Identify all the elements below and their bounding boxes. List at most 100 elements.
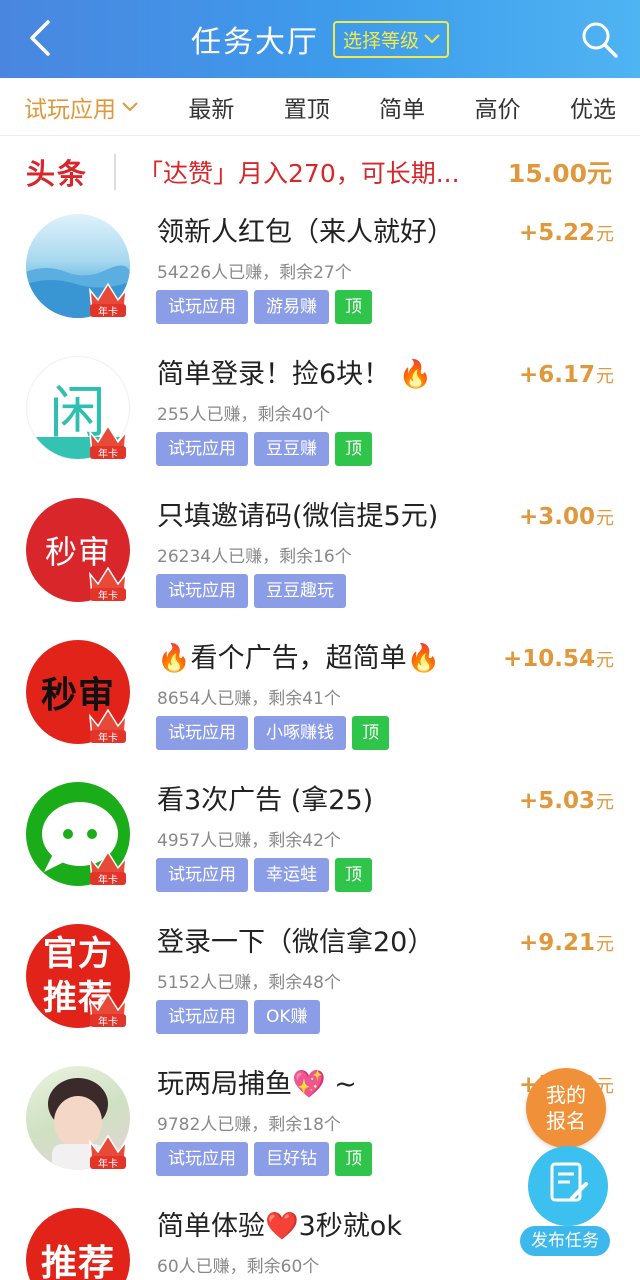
price-value: +3.00 — [518, 504, 595, 530]
task-tags: 试玩应用 游易赚 顶 — [156, 290, 372, 324]
platform-tag: 小啄赚钱 — [254, 716, 346, 750]
price-unit: 元 — [596, 224, 614, 245]
category-tag: 试玩应用 — [156, 1142, 248, 1176]
platform-tag: 豆豆赚 — [254, 432, 329, 466]
task-title: 看3次广告 (拿25) — [157, 785, 374, 816]
tab-newest[interactable]: 最新 — [188, 90, 234, 124]
pinned-tag: 顶 — [352, 716, 389, 750]
svg-text:年卡: 年卡 — [98, 1015, 118, 1028]
task-meta: 8654人已赚，剩余41个 — [157, 689, 341, 709]
svg-text:年卡: 年卡 — [98, 1157, 118, 1170]
svg-text:年卡: 年卡 — [98, 873, 118, 886]
platform-tag: 游易赚 — [254, 290, 329, 324]
platform-tag: OK赚 — [254, 1000, 320, 1034]
svg-text:年卡: 年卡 — [98, 305, 118, 318]
task-price: +5.22元 — [519, 220, 614, 246]
price-unit: 元 — [596, 934, 614, 955]
price-unit: 元 — [596, 508, 614, 529]
chevron-left-icon — [30, 20, 50, 56]
annual-card-badge-icon: 年卡 — [89, 1134, 127, 1170]
task-item[interactable]: 年卡 看3次广告 (拿25) 4957人已赚，剩余42个 试玩应用 幸运蛙 顶 … — [0, 768, 640, 910]
tab-high-price[interactable]: 高价 — [475, 90, 521, 124]
category-tag: 试玩应用 — [156, 1000, 248, 1034]
annual-card-badge-icon: 年卡 — [89, 282, 127, 318]
task-item[interactable]: 秒审 年卡 🔥看个广告，超简单🔥 8654人已赚，剩余41个 试玩应用 小啄赚钱… — [0, 626, 640, 768]
price-value: +5.22 — [518, 220, 595, 246]
price-unit: 元 — [596, 792, 614, 813]
annual-card-badge-icon: 年卡 — [89, 566, 127, 602]
category-tag: 试玩应用 — [156, 432, 248, 466]
annual-card-badge-icon: 年卡 — [89, 424, 127, 460]
task-meta: 255人已赚，剩余40个 — [157, 405, 331, 425]
platform-tag: 豆豆趣玩 — [254, 574, 346, 608]
price-value: +10.54 — [502, 646, 595, 672]
divider — [114, 154, 117, 190]
task-meta: 54226人已赚，剩余27个 — [157, 263, 352, 283]
back-button[interactable] — [22, 16, 62, 60]
my-signups-button[interactable]: 我的 报名 — [526, 1068, 606, 1148]
pinned-tag: 顶 — [335, 1142, 372, 1176]
tab-pinned[interactable]: 置顶 — [284, 90, 330, 124]
signup-label-line1: 我的 — [546, 1083, 586, 1107]
platform-tag: 幸运蛙 — [254, 858, 329, 892]
task-tags: 试玩应用 巨好钻 顶 — [156, 1142, 372, 1176]
publish-task-button[interactable]: 发布任务 — [520, 1146, 618, 1258]
publish-task-label: 发布任务 — [520, 1226, 610, 1256]
task-avatar: 推荐 — [26, 1208, 130, 1280]
category-tag: 试玩应用 — [156, 290, 248, 324]
task-tags: 试玩应用 豆豆趣玩 — [156, 574, 346, 608]
headline-text: 「达赞」月入270，可长期... — [138, 159, 460, 188]
price-unit: 元 — [596, 650, 614, 671]
task-title: 🔥看个广告，超简单🔥 — [157, 643, 441, 674]
task-title: 只填邀请码(微信提5元) — [157, 501, 439, 532]
headline-banner[interactable]: 头条 「达赞」月入270，可长期... 15.00元 — [0, 144, 640, 200]
price-value: +5.03 — [518, 788, 595, 814]
task-meta: 5152人已赚，剩余48个 — [157, 973, 341, 993]
task-item[interactable]: 官方推荐 年卡 登录一下（微信拿20） 5152人已赚，剩余48个 试玩应用 O… — [0, 910, 640, 1052]
tab-simple[interactable]: 简单 — [379, 90, 425, 124]
pinned-tag: 顶 — [335, 858, 372, 892]
platform-tag: 巨好钻 — [254, 1142, 329, 1176]
task-price: +10.54元 — [503, 646, 614, 672]
annual-card-badge-icon: 年卡 — [89, 850, 127, 886]
pinned-tag: 顶 — [335, 290, 372, 324]
avatar-text: 推荐 — [40, 1243, 115, 1280]
task-tags: 试玩应用 豆豆赚 顶 — [156, 432, 372, 466]
category-tag: 试玩应用 — [156, 716, 248, 750]
page-title: 任务大厅 — [190, 25, 319, 60]
price-value: +9.21 — [518, 930, 595, 956]
chevron-down-icon — [424, 34, 440, 44]
annual-card-badge-icon: 年卡 — [89, 708, 127, 744]
select-level-button[interactable]: 选择等级 — [332, 20, 449, 58]
task-price: +3.00元 — [519, 504, 614, 530]
task-item[interactable]: 闲 年卡 简单登录！捡6块！ 🔥 255人已赚，剩余40个 试玩应用 豆豆赚 顶… — [0, 342, 640, 484]
signup-label-line2: 报名 — [546, 1109, 586, 1133]
task-meta: 26234人已赚，剩余16个 — [157, 547, 352, 567]
task-tags: 试玩应用 OK赚 — [156, 1000, 320, 1034]
tab-featured[interactable]: 优选 — [570, 90, 616, 124]
category-tag: 试玩应用 — [156, 574, 248, 608]
select-level-label: 选择等级 — [342, 29, 419, 52]
publish-icon-circle — [528, 1146, 608, 1226]
task-price: +9.21元 — [519, 930, 614, 956]
task-tags: 试玩应用 幸运蛙 顶 — [156, 858, 372, 892]
price-value: +6.17 — [518, 362, 595, 388]
task-meta: 4957人已赚，剩余42个 — [157, 831, 341, 851]
svg-text:年卡: 年卡 — [98, 589, 118, 602]
task-item[interactable]: 年卡 领新人红包（来人就好） 54226人已赚，剩余27个 试玩应用 游易赚 顶… — [0, 200, 640, 342]
headline-tag: 头条 — [26, 157, 89, 191]
document-edit-icon — [550, 1162, 588, 1202]
task-meta: 60人已赚，剩余60个 — [157, 1257, 320, 1277]
headline-price: 15.00元 — [507, 159, 612, 188]
chevron-down-icon — [122, 101, 138, 111]
task-item[interactable]: 秒审 年卡 只填邀请码(微信提5元) 26234人已赚，剩余16个 试玩应用 豆… — [0, 484, 640, 626]
task-meta: 9782人已赚，剩余18个 — [157, 1115, 341, 1135]
search-button[interactable] — [578, 18, 622, 62]
filter-tabs: 试玩应用 最新 置顶 简单 高价 优选 — [0, 78, 640, 136]
task-price: +6.17元 — [519, 362, 614, 388]
task-title: 简单体验❤️3秒就ok — [157, 1211, 402, 1242]
tab-trial-apps[interactable]: 试玩应用 — [24, 90, 139, 124]
annual-card-badge-icon: 年卡 — [89, 992, 127, 1028]
price-unit: 元 — [596, 366, 614, 387]
tab-label: 试玩应用 — [24, 96, 116, 123]
